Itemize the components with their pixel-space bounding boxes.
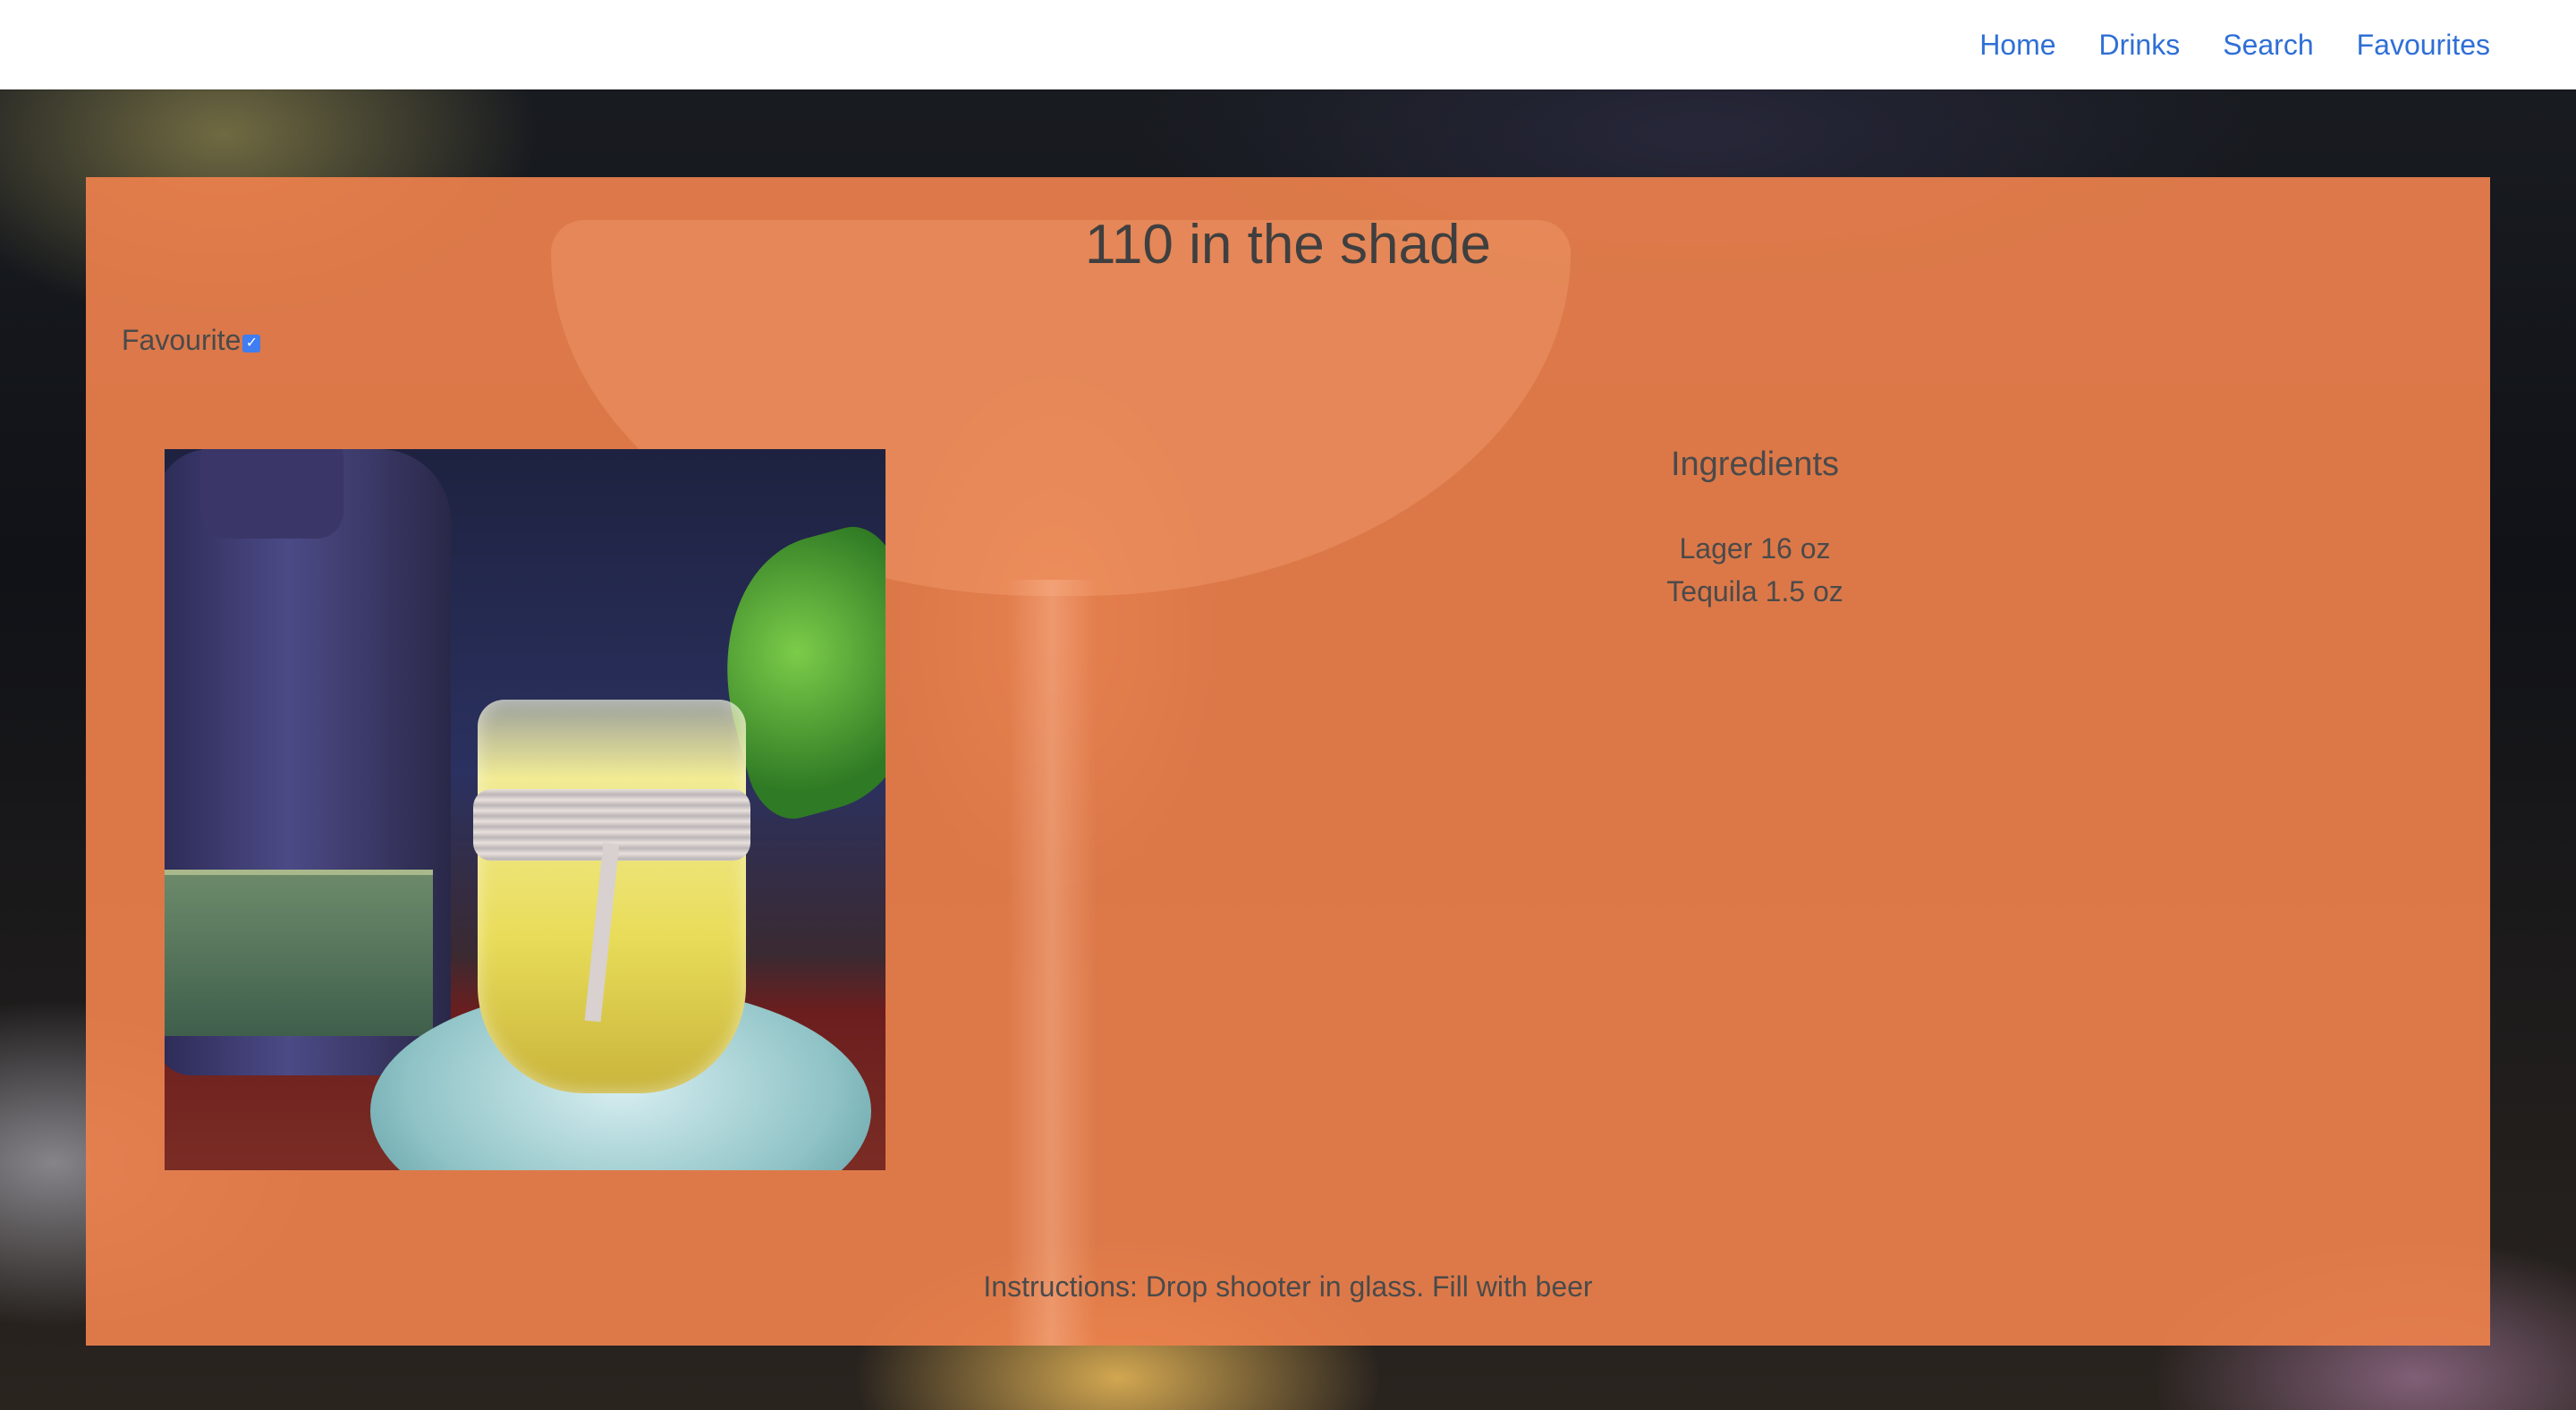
nav-link-drinks[interactable]: Drinks bbox=[2099, 29, 2181, 62]
checkmark-icon: ✓ bbox=[245, 335, 258, 351]
ingredients-heading: Ingredients bbox=[1670, 446, 1839, 483]
top-navbar: Home Drinks Search Favourites bbox=[0, 0, 2576, 89]
nav-links: Home Drinks Search Favourites bbox=[1979, 0, 2490, 89]
favourite-checkbox[interactable]: ✓ bbox=[242, 334, 261, 352]
drink-title: 110 in the shade bbox=[1085, 214, 1491, 276]
ingredients-list: Lager 16 oz Tequila 1.5 oz bbox=[1374, 527, 2136, 613]
nav-link-search[interactable]: Search bbox=[2223, 29, 2313, 62]
nav-link-favourites[interactable]: Favourites bbox=[2357, 29, 2490, 62]
ingredient-item: Lager 16 oz bbox=[1679, 532, 1831, 565]
bottle-neck-shape bbox=[200, 449, 343, 539]
drink-card: 110 in the shade Favourite ✓ Ingredients… bbox=[86, 177, 2490, 1346]
bottle-label-shape bbox=[165, 870, 433, 1036]
nav-link-home[interactable]: Home bbox=[1979, 29, 2055, 62]
favourite-row: Favourite ✓ bbox=[122, 324, 261, 357]
ingredients-section: Ingredients Lager 16 oz Tequila 1.5 oz bbox=[1374, 446, 2136, 613]
drink-photo bbox=[165, 449, 886, 1170]
background-glass-stem bbox=[1007, 580, 1097, 1346]
ingredient-item: Tequila 1.5 oz bbox=[1666, 575, 1843, 607]
favourite-label: Favourite bbox=[122, 324, 242, 356]
instructions-text: Instructions: Drop shooter in glass. Fil… bbox=[983, 1270, 1593, 1303]
